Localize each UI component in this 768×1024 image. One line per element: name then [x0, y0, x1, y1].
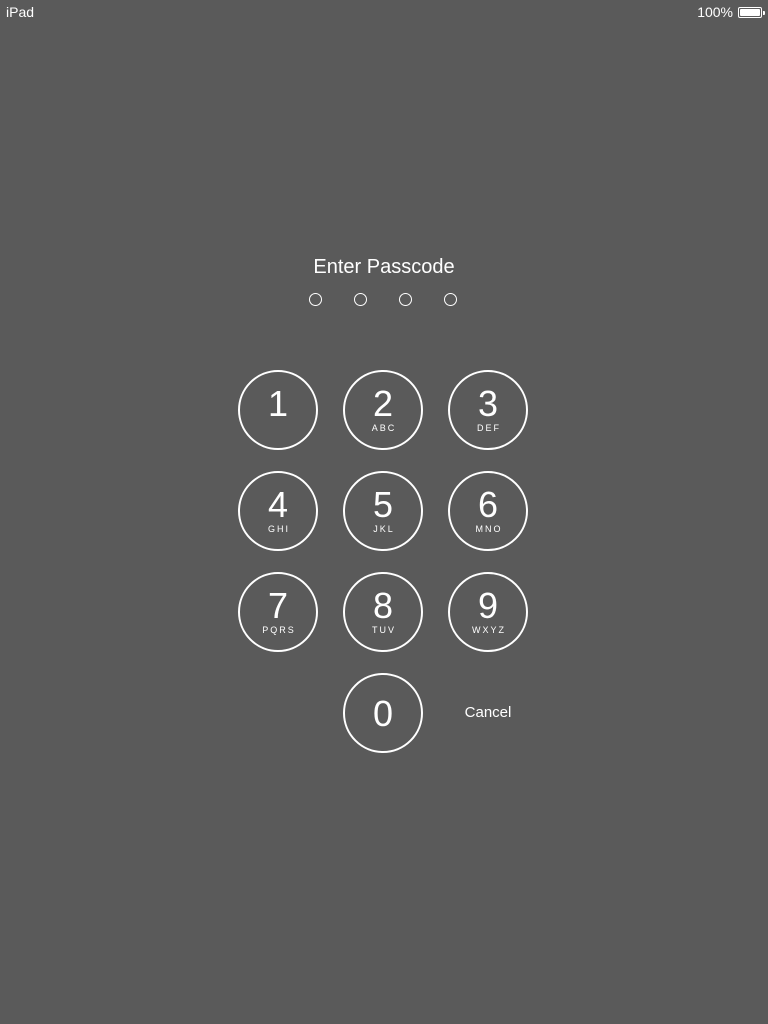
- key-9[interactable]: 9 WXYZ: [448, 572, 528, 652]
- key-1[interactable]: 1: [238, 370, 318, 450]
- key-letters: WXYZ: [472, 625, 506, 635]
- key-7[interactable]: 7 PQRS: [238, 572, 318, 652]
- key-digit: 2: [372, 383, 394, 424]
- key-2[interactable]: 2 ABC: [343, 370, 423, 450]
- key-letters: DEF: [477, 423, 501, 433]
- passcode-dots: [308, 293, 460, 309]
- key-digit: 4: [267, 484, 289, 525]
- key-letters: PQRS: [262, 625, 296, 635]
- battery-indicator: 100%: [697, 4, 765, 20]
- passcode-dot-3: [399, 293, 412, 306]
- key-digit: 5: [372, 484, 394, 525]
- key-6[interactable]: 6 MNO: [448, 471, 528, 551]
- passcode-dot-4: [444, 293, 457, 306]
- key-3[interactable]: 3 DEF: [448, 370, 528, 450]
- cancel-button[interactable]: Cancel: [448, 703, 528, 723]
- passcode-dot-1: [309, 293, 322, 306]
- key-5[interactable]: 5 JKL: [343, 471, 423, 551]
- key-letters: TUV: [372, 625, 396, 635]
- key-digit: 9: [477, 585, 499, 626]
- passcode-prompt: Enter Passcode: [313, 256, 455, 278]
- key-digit: 3: [477, 383, 499, 424]
- key-digit: 8: [372, 585, 394, 626]
- key-letters: ABC: [371, 423, 397, 433]
- key-letters: MNO: [475, 524, 503, 534]
- battery-icon: [738, 6, 765, 18]
- passcode-dot-2: [354, 293, 367, 306]
- key-letters: JKL: [373, 524, 395, 534]
- key-letters: GHI: [267, 524, 290, 534]
- key-4[interactable]: 4 GHI: [238, 471, 318, 551]
- key-8[interactable]: 8 TUV: [343, 572, 423, 652]
- key-digit: 1: [267, 383, 289, 424]
- key-0[interactable]: 0: [343, 673, 423, 753]
- battery-fill: [740, 8, 760, 16]
- status-bar: iPad 100%: [0, 0, 768, 24]
- key-digit: 6: [477, 484, 499, 525]
- device-name: iPad: [6, 4, 35, 20]
- key-digit: 0: [372, 693, 394, 734]
- battery-tip: [763, 10, 765, 15]
- battery-percent: 100%: [697, 4, 733, 20]
- key-digit: 7: [267, 585, 289, 626]
